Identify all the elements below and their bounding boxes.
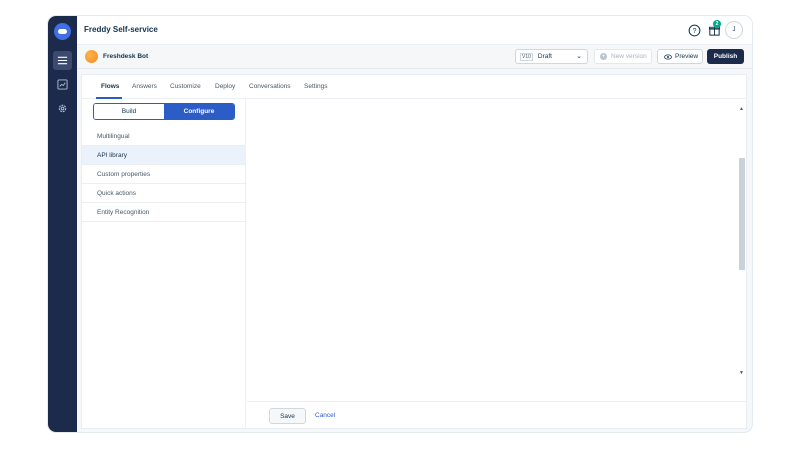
tab-bar: Flows Answers Customize Deploy Conversat… bbox=[82, 75, 746, 99]
main-panel: Flows Answers Customize Deploy Conversat… bbox=[81, 74, 747, 429]
tab-customize[interactable]: Customize bbox=[170, 83, 201, 90]
cancel-button[interactable]: Cancel bbox=[315, 412, 335, 419]
scroll-down-arrow-icon[interactable]: ▼ bbox=[739, 370, 744, 376]
plus-icon: + bbox=[600, 53, 607, 60]
scrollbar-thumb[interactable] bbox=[739, 158, 745, 270]
chevron-down-icon: ⌄ bbox=[576, 53, 582, 60]
save-button[interactable]: Save bbox=[269, 408, 306, 424]
menu-item-multilingual[interactable]: Multilingual bbox=[82, 127, 246, 146]
configure-segment[interactable]: Configure bbox=[164, 104, 234, 119]
freddy-logo-icon[interactable] bbox=[54, 23, 71, 40]
left-rail bbox=[48, 16, 77, 432]
help-icon[interactable]: ? bbox=[688, 24, 701, 37]
new-version-label: New version bbox=[611, 53, 647, 60]
app-title: Freddy Self-service bbox=[84, 25, 158, 34]
content-area: ▲ ▼ Save Cancel bbox=[247, 99, 746, 429]
form-footer: Save Cancel bbox=[247, 401, 746, 429]
build-configure-toggle: Build Configure bbox=[93, 103, 235, 120]
tab-answers[interactable]: Answers bbox=[132, 83, 157, 90]
build-segment[interactable]: Build bbox=[94, 104, 164, 119]
user-avatar[interactable]: J bbox=[725, 21, 743, 39]
config-sidebar: Build Configure Multilingual API library… bbox=[82, 99, 246, 429]
publish-button[interactable]: Publish bbox=[707, 49, 744, 64]
tab-deploy[interactable]: Deploy bbox=[215, 83, 235, 90]
app-frame: Freddy Self-service ? 2 J Freshdesk Bot … bbox=[48, 16, 752, 432]
bot-toolbar: Freshdesk Bot V10 Draft ⌄ + New version … bbox=[77, 45, 752, 69]
version-tag: V10 bbox=[520, 52, 533, 61]
version-status: Draft bbox=[537, 53, 552, 60]
menu-item-quick-actions[interactable]: Quick actions bbox=[82, 184, 246, 203]
notification-badge: 2 bbox=[713, 20, 721, 28]
config-menu: Multilingual API library Custom properti… bbox=[82, 127, 246, 222]
preview-label: Preview bbox=[675, 53, 699, 60]
vertical-scrollbar[interactable]: ▲ ▼ bbox=[738, 106, 746, 378]
tab-conversations[interactable]: Conversations bbox=[249, 83, 291, 90]
scroll-up-arrow-icon[interactable]: ▲ bbox=[739, 106, 744, 112]
menu-item-custom-properties[interactable]: Custom properties bbox=[82, 165, 246, 184]
menu-item-api-library[interactable]: API library bbox=[82, 146, 246, 165]
flows-nav-list-icon[interactable] bbox=[53, 51, 72, 70]
analytics-icon[interactable] bbox=[53, 75, 72, 94]
bot-name: Freshdesk Bot bbox=[103, 53, 149, 60]
preview-button[interactable]: Preview bbox=[657, 49, 703, 64]
top-header: Freddy Self-service ? 2 J bbox=[77, 16, 752, 45]
eye-icon bbox=[664, 53, 672, 60]
tab-flows[interactable]: Flows bbox=[101, 83, 119, 90]
new-version-button[interactable]: + New version bbox=[594, 49, 652, 64]
version-select[interactable]: V10 Draft ⌄ bbox=[515, 49, 588, 64]
gear-icon[interactable] bbox=[53, 99, 72, 118]
menu-item-entity-recognition[interactable]: Entity Recognition bbox=[82, 203, 246, 222]
tab-settings[interactable]: Settings bbox=[304, 83, 328, 90]
svg-text:?: ? bbox=[693, 28, 697, 35]
bot-avatar bbox=[85, 50, 98, 63]
